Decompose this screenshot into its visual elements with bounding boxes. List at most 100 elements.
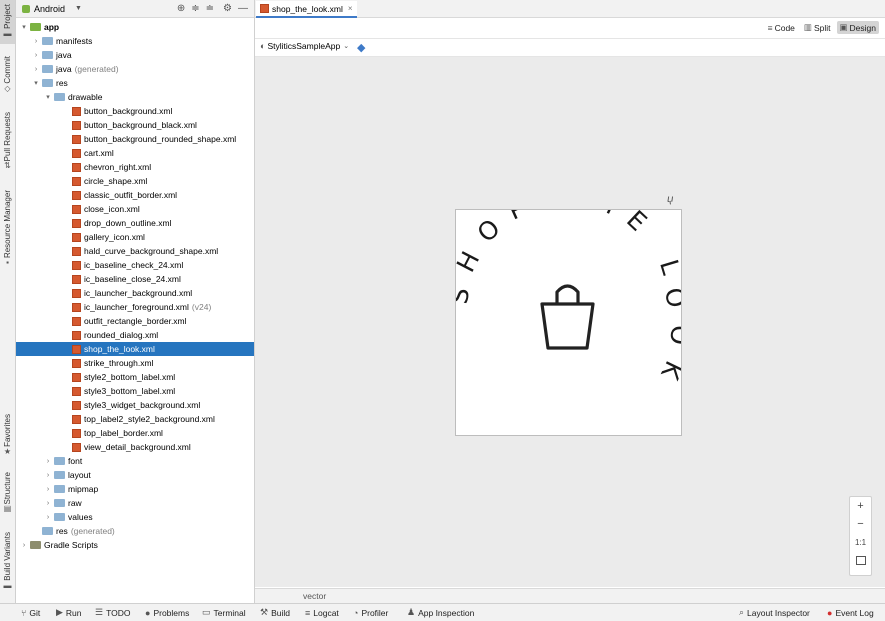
todo-tool-button[interactable]: ☰ TODO	[95, 604, 130, 621]
tree-item-folder[interactable]: › java (generated)	[16, 62, 254, 76]
split-view-button[interactable]: ▥ Split	[801, 21, 834, 34]
problems-tool-button[interactable]: ● Problems	[145, 604, 189, 621]
tree-item-file[interactable]: style3_widget_background.xml	[16, 398, 254, 412]
zoom-actual-size-button[interactable]: 1:1	[850, 533, 871, 551]
code-view-button[interactable]: ≡ Code	[765, 21, 798, 34]
tree-item-file[interactable]: ic_launcher_foreground.xml (v24)	[16, 300, 254, 314]
tool-tab-pull-requests[interactable]: Pull Requests ⇅	[0, 112, 15, 172]
chevron-icon[interactable]: ▾	[20, 23, 28, 31]
event-log-tool-button[interactable]: ● Event Log	[827, 604, 874, 621]
zoom-out-button[interactable]: −	[850, 515, 871, 533]
tree-item-file[interactable]: top_label_border.xml	[16, 426, 254, 440]
tool-tab-commit[interactable]: Commit ◇	[0, 56, 15, 98]
tree-item-file[interactable]: shop_the_look.xml	[16, 342, 254, 356]
split-icon: ▥	[803, 22, 812, 32]
tree-item-folder[interactable]: › Gradle Scripts	[16, 538, 254, 552]
tool-tab-build-variants[interactable]: Build Variants ▬	[0, 532, 15, 596]
zoom-in-button[interactable]: +	[850, 497, 871, 515]
close-icon[interactable]: ×	[348, 4, 353, 13]
app-inspection-tool-button[interactable]: ♟ App Inspection	[407, 604, 474, 621]
tree-item-folder[interactable]: ▾ res	[16, 76, 254, 90]
chevron-icon[interactable]: ›	[44, 500, 52, 507]
tree-item-folder[interactable]: › font	[16, 454, 254, 468]
profiler-tool-button[interactable]: ◔ Profiler	[353, 604, 388, 621]
chevron-icon[interactable]: ▾	[32, 79, 40, 87]
tree-item-folder[interactable]: › manifests	[16, 34, 254, 48]
tree-item-label: button_background_black.xml	[84, 120, 197, 130]
xml-file-icon	[72, 190, 81, 200]
chevron-icon[interactable]: ▾	[44, 93, 52, 101]
chevron-down-icon[interactable]: ▼	[75, 5, 82, 12]
xml-file-icon	[72, 316, 81, 326]
project-view-selector[interactable]: Android	[34, 4, 65, 14]
tree-item-folder[interactable]: res (generated)	[16, 524, 254, 538]
chevron-icon[interactable]: ›	[32, 38, 40, 45]
tab-shop-the-look[interactable]: shop_the_look.xml ×	[256, 1, 357, 18]
tree-item-file[interactable]: circle_shape.xml	[16, 174, 254, 188]
tree-item-file[interactable]: ic_baseline_close_24.xml	[16, 272, 254, 286]
tree-item-file[interactable]: rounded_dialog.xml	[16, 328, 254, 342]
tree-item-folder[interactable]: › java	[16, 48, 254, 62]
minimize-icon[interactable]: —	[238, 3, 248, 14]
tree-item-file[interactable]: style2_bottom_label.xml	[16, 370, 254, 384]
tree-item-file[interactable]: hald_curve_background_shape.xml	[16, 244, 254, 258]
collapse-all-icon[interactable]: ≐	[206, 3, 214, 14]
tree-item-label: font	[68, 456, 83, 466]
tree-item-file[interactable]: top_label2_style2_background.xml	[16, 412, 254, 426]
tree-item-label: java	[56, 64, 72, 74]
tree-item-file[interactable]: ic_baseline_check_24.xml	[16, 258, 254, 272]
chevron-icon[interactable]: ›	[32, 66, 40, 73]
chevron-icon[interactable]: ›	[44, 472, 52, 479]
chevron-icon[interactable]: ›	[44, 486, 52, 493]
tree-item-file[interactable]: classic_outfit_border.xml	[16, 188, 254, 202]
logcat-label: Logcat	[313, 607, 339, 618]
tree-item-file[interactable]: close_icon.xml	[16, 202, 254, 216]
tree-item-suffix: (generated)	[70, 526, 115, 536]
tree-item-file[interactable]: outfit_rectangle_border.xml	[16, 314, 254, 328]
tree-item-folder[interactable]: › raw	[16, 496, 254, 510]
tree-item-file[interactable]: drop_down_outline.xml	[16, 216, 254, 230]
expand-all-icon[interactable]: ≑	[191, 3, 199, 14]
shop-the-look-drawing: SHOP THE LOOK	[444, 181, 680, 397]
tree-item-folder[interactable]: › values	[16, 510, 254, 524]
wrench-icon[interactable]: ⴤ	[667, 194, 673, 205]
tree-item-file[interactable]: button_background_black.xml	[16, 118, 254, 132]
layout-inspector-tool-button[interactable]: ⌕ Layout Inspector	[739, 604, 810, 621]
tree-item-file[interactable]: view_detail_background.xml	[16, 440, 254, 454]
tree-item-file[interactable]: cart.xml	[16, 146, 254, 160]
terminal-tool-button[interactable]: ▭ Terminal	[202, 604, 246, 621]
xml-file-icon	[72, 330, 81, 340]
run-tool-button[interactable]: ▶ Run	[56, 604, 82, 621]
tree-item-file[interactable]: gallery_icon.xml	[16, 230, 254, 244]
tree-item-folder[interactable]: ▾ app	[16, 20, 254, 34]
chevron-icon[interactable]: ›	[44, 458, 52, 465]
design-view-button[interactable]: ▣ Design	[836, 21, 879, 34]
tree-item-file[interactable]: chevron_right.xml	[16, 160, 254, 174]
zoom-to-fit-button[interactable]	[850, 551, 871, 569]
tree-item-file[interactable]: ic_launcher_background.xml	[16, 286, 254, 300]
git-tool-button[interactable]: ⑂ Git	[21, 604, 40, 621]
tree-item-file[interactable]: button_background_rounded_shape.xml	[16, 132, 254, 146]
tab-label: shop_the_look.xml	[272, 3, 343, 14]
theme-selector[interactable]: ◐ StyliticsSampleApp ⌄	[260, 41, 349, 51]
tool-tab-structure[interactable]: Structure ▤	[0, 472, 15, 518]
xml-file-icon	[72, 372, 81, 382]
build-tool-button[interactable]: ⚒ Build	[260, 604, 290, 621]
tool-tab-resource-manager[interactable]: Resource Manager ▪	[0, 190, 15, 268]
tree-item-folder[interactable]: › layout	[16, 468, 254, 482]
tree-item-file[interactable]: strike_through.xml	[16, 356, 254, 370]
tool-tab-favorites[interactable]: Favorites ★	[0, 414, 15, 460]
locate-icon[interactable]: ⊕	[177, 3, 185, 14]
tree-item-file[interactable]: style3_bottom_label.xml	[16, 384, 254, 398]
layers-button[interactable]: ◆	[357, 41, 365, 54]
chevron-icon[interactable]: ›	[20, 542, 28, 549]
tree-item-folder[interactable]: ▾ drawable	[16, 90, 254, 104]
gear-icon[interactable]: ⚙	[223, 3, 232, 14]
tree-item-file[interactable]: button_background.xml	[16, 104, 254, 118]
tool-tab-project[interactable]: Project ▬	[0, 0, 15, 44]
chevron-icon[interactable]: ›	[44, 514, 52, 521]
tree-item-folder[interactable]: › mipmap	[16, 482, 254, 496]
logcat-tool-button[interactable]: ≡ Logcat	[305, 604, 339, 621]
layout-inspector-icon: ⌕	[739, 607, 745, 617]
chevron-icon[interactable]: ›	[32, 52, 40, 59]
